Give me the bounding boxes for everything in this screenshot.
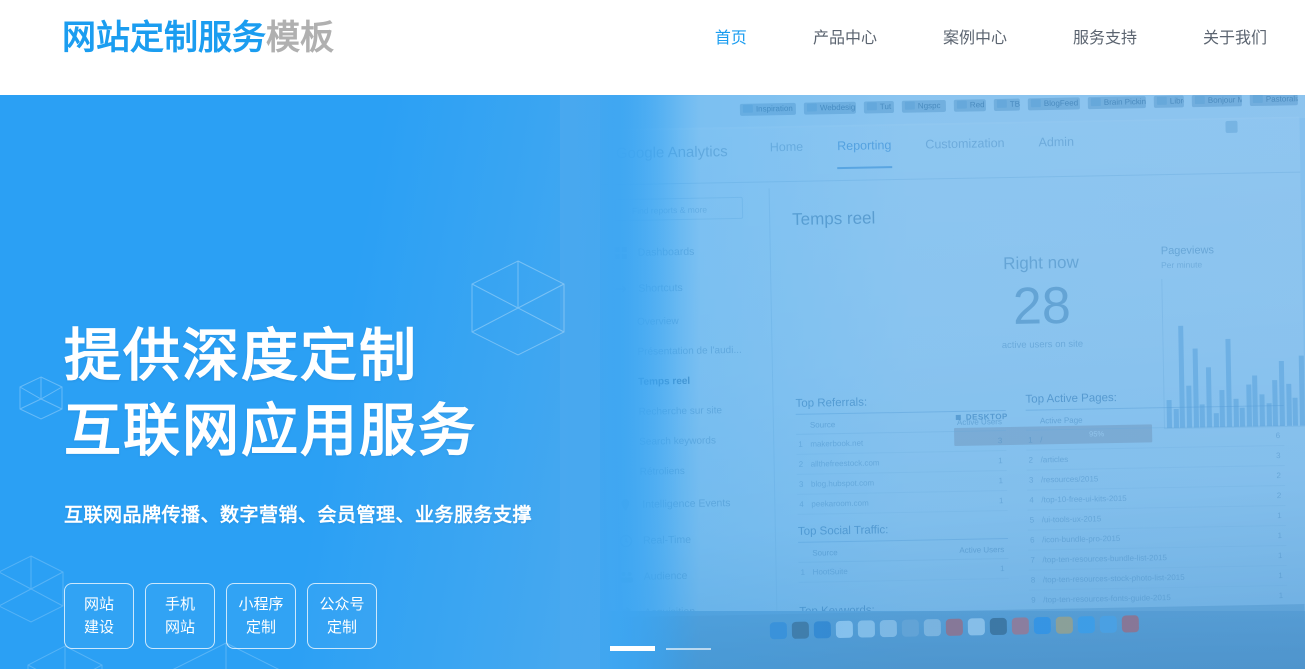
hero-banner: Inspiration Webdesign Tut Ngspc Red TB B…	[0, 95, 1305, 669]
hero-headline-line1: 提供深度定制	[64, 324, 418, 388]
service-card-line2: 定制	[326, 619, 357, 636]
logo-secondary-text: 模板	[266, 19, 334, 57]
service-card-line1: 网站	[83, 596, 114, 613]
service-card-line1: 公众号	[319, 596, 365, 613]
site-header: 网站定制服务模板 首页 产品中心 案例中心 服务支持 关于我们	[0, 0, 1305, 95]
logo-primary-text: 网站定制服务	[62, 19, 266, 57]
hero-background-photo: Inspiration Webdesign Tut Ngspc Red TB B…	[580, 95, 1305, 669]
hero-headline-line2: 互联网应用服务	[64, 399, 477, 463]
nav-item-home[interactable]: 首页	[715, 26, 747, 52]
main-navigation: 首页 产品中心 案例中心 服务支持 关于我们	[715, 26, 1267, 52]
hero-content: 提供深度定制 互联网应用服务 互联网品牌传播、数字营销、会员管理、业务服务支撑 …	[0, 95, 600, 669]
service-card-line1: 手机	[164, 596, 195, 613]
carousel-indicator-1[interactable]	[610, 646, 655, 651]
service-card-mobile-site[interactable]: 手机 网站	[145, 583, 215, 649]
carousel-indicators	[610, 646, 711, 651]
nav-item-support[interactable]: 服务支持	[1073, 26, 1137, 52]
service-card-line2: 定制	[245, 619, 276, 636]
site-logo[interactable]: 网站定制服务模板	[62, 16, 334, 60]
page-root: 网站定制服务模板 首页 产品中心 案例中心 服务支持 关于我们 Inspirat…	[0, 0, 1305, 669]
nav-item-products[interactable]: 产品中心	[813, 26, 877, 52]
nav-item-about[interactable]: 关于我们	[1203, 26, 1267, 52]
service-card-miniprogram[interactable]: 小程序 定制	[226, 583, 296, 649]
service-card-line1: 小程序	[238, 596, 284, 613]
service-card-line2: 网站	[164, 619, 195, 636]
nav-item-cases[interactable]: 案例中心	[943, 26, 1007, 52]
hero-subtitle: 互联网品牌传播、数字营销、会员管理、业务服务支撑	[64, 505, 533, 526]
service-card-official-account[interactable]: 公众号 定制	[307, 583, 377, 649]
carousel-indicator-2[interactable]	[666, 647, 711, 650]
service-card-line2: 建设	[83, 619, 114, 636]
hero-service-cards: 网站 建设 手机 网站 小程序 定制 公众号 定制	[64, 583, 388, 649]
service-card-website[interactable]: 网站 建设	[64, 583, 134, 649]
photo-blue-tint-overlay	[580, 95, 1305, 669]
